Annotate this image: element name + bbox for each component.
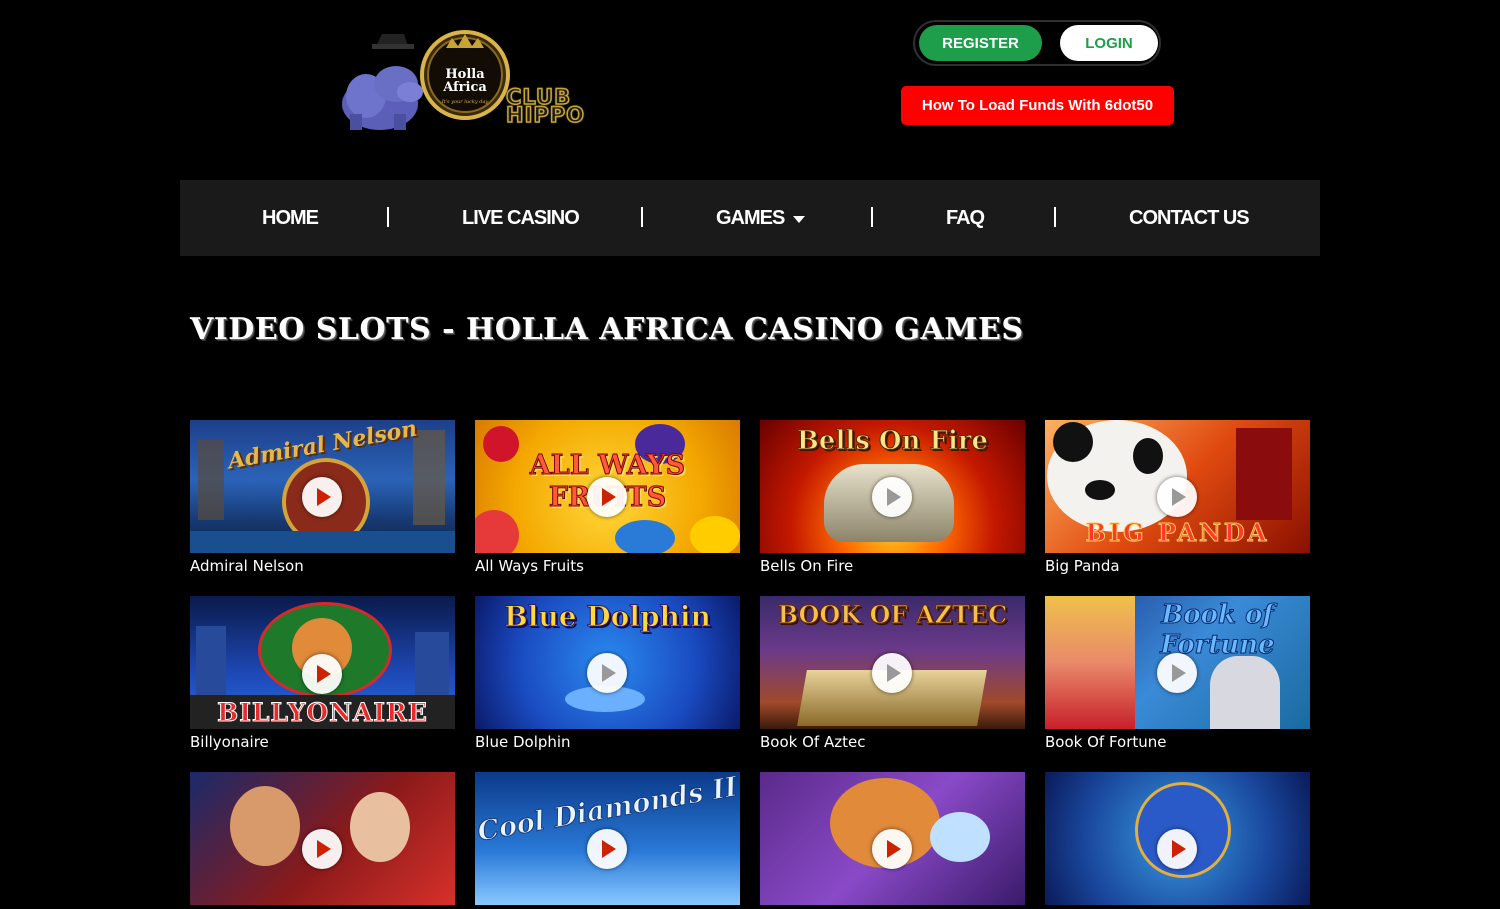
game-title[interactable]: Book Of Aztec: [760, 733, 1025, 751]
auth-toggle: REGISTER LOGIN: [913, 20, 1161, 66]
game-thumbnail[interactable]: [760, 772, 1025, 905]
main-navigation: HOME LIVE CASINO GAMES FAQ CONTACT US: [180, 180, 1320, 256]
game-title[interactable]: All Ways Fruits: [475, 557, 740, 575]
play-icon[interactable]: [872, 653, 912, 693]
nav-home[interactable]: HOME: [262, 180, 319, 256]
game-title[interactable]: Bells On Fire: [760, 557, 1025, 575]
play-icon[interactable]: [302, 654, 342, 694]
login-button[interactable]: LOGIN: [1060, 25, 1158, 61]
game-thumbnail[interactable]: Bells On Fire: [760, 420, 1025, 553]
game-art-title: Blue Dolphin: [504, 600, 712, 634]
logo-word-hippo: HIPPO: [505, 103, 586, 127]
game-card-row3-1[interactable]: [190, 772, 455, 909]
game-thumbnail[interactable]: [190, 772, 455, 905]
site-logo[interactable]: Holla Africa It's your lucky day CLUB HI…: [336, 26, 596, 136]
nav-separator: [387, 207, 389, 227]
game-card-all-ways-fruits[interactable]: ALL WAYS FRUITS All Ways Fruits: [475, 420, 740, 575]
emblem-line2: Africa: [442, 80, 487, 95]
game-card-row3-4[interactable]: [1045, 772, 1310, 909]
game-card-book-of-aztec[interactable]: BOOK OF AZTEC Book Of Aztec: [760, 596, 1025, 751]
play-icon[interactable]: [1157, 477, 1197, 517]
game-art-title: Book of Fortune: [1160, 600, 1275, 661]
game-art-title: BILLYONAIRE: [217, 698, 428, 728]
game-thumbnail[interactable]: BOOK OF AZTEC: [760, 596, 1025, 729]
game-thumbnail[interactable]: [1045, 772, 1310, 905]
nav-separator: [641, 207, 643, 227]
emblem-tagline: It's your lucky day: [441, 99, 489, 105]
nav-contact-us[interactable]: CONTACT US: [1129, 180, 1250, 256]
game-card-bells-on-fire[interactable]: Bells On Fire Bells On Fire: [760, 420, 1025, 575]
game-card-row3-3[interactable]: [760, 772, 1025, 909]
load-funds-button[interactable]: How To Load Funds With 6dot50: [901, 86, 1174, 125]
play-icon[interactable]: [587, 477, 627, 517]
game-art-title: BOOK OF AZTEC: [777, 600, 1008, 630]
game-thumbnail[interactable]: Cool Diamonds II: [475, 772, 740, 905]
game-thumbnail[interactable]: Admiral Nelson: [190, 420, 455, 553]
play-icon[interactable]: [1157, 829, 1197, 869]
game-title[interactable]: Big Panda: [1045, 557, 1310, 575]
play-icon[interactable]: [1157, 653, 1197, 693]
game-title[interactable]: Admiral Nelson: [190, 557, 455, 575]
game-card-big-panda[interactable]: BIG PANDA Big Panda: [1045, 420, 1310, 575]
game-thumbnail[interactable]: Blue Dolphin: [475, 596, 740, 729]
game-title[interactable]: Billyonaire: [190, 733, 455, 751]
game-art-title: Bells On Fire: [796, 426, 989, 457]
nav-separator: [871, 207, 873, 227]
nav-games[interactable]: GAMES: [716, 180, 806, 256]
game-title[interactable]: Blue Dolphin: [475, 733, 740, 751]
nav-live-casino[interactable]: LIVE CASINO: [462, 180, 580, 256]
game-card-book-of-fortune[interactable]: Book of Fortune Book Of Fortune: [1045, 596, 1310, 751]
game-thumbnail[interactable]: Book of Fortune: [1045, 596, 1310, 729]
play-icon[interactable]: [302, 477, 342, 517]
play-icon[interactable]: [872, 477, 912, 517]
play-icon[interactable]: [587, 829, 627, 869]
chevron-down-icon: [793, 215, 806, 223]
game-card-admiral-nelson[interactable]: Admiral Nelson Admiral Nelson: [190, 420, 455, 575]
game-art-title: BIG PANDA: [1085, 518, 1270, 548]
logo-wordmark: CLUB HIPPO: [505, 86, 586, 127]
game-card-billyonaire[interactable]: BILLYONAIRE Billyonaire: [190, 596, 455, 751]
game-thumbnail[interactable]: BIG PANDA: [1045, 420, 1310, 553]
register-button[interactable]: REGISTER: [919, 25, 1042, 61]
nav-faq[interactable]: FAQ: [946, 180, 985, 256]
game-card-cool-diamonds-ii[interactable]: Cool Diamonds II: [475, 772, 740, 909]
game-card-blue-dolphin[interactable]: Blue Dolphin Blue Dolphin: [475, 596, 740, 751]
nav-games-label: GAMES: [716, 206, 785, 229]
game-thumbnail[interactable]: BILLYONAIRE: [190, 596, 455, 729]
nav-separator: [1054, 207, 1056, 227]
play-icon[interactable]: [302, 829, 342, 869]
play-icon[interactable]: [587, 653, 627, 693]
page-title: VIDEO SLOTS - HOLLA AFRICA CASINO GAMES: [190, 312, 1024, 347]
game-title[interactable]: Book Of Fortune: [1045, 733, 1310, 751]
game-thumbnail[interactable]: ALL WAYS FRUITS: [475, 420, 740, 553]
play-icon[interactable]: [872, 829, 912, 869]
